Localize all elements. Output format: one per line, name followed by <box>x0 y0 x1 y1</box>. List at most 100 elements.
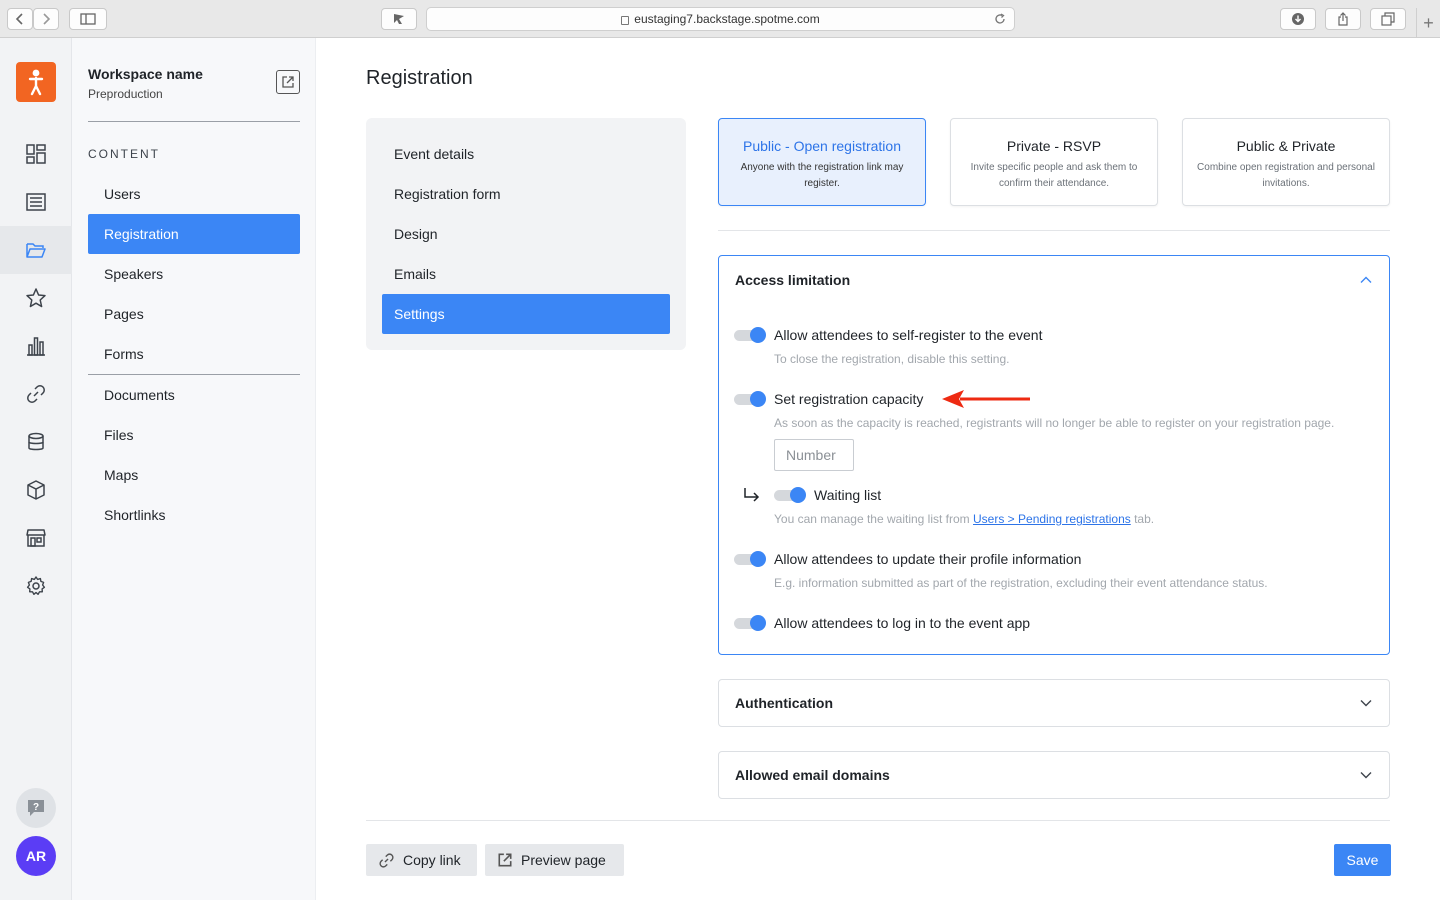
lock-icon <box>621 15 630 25</box>
sidebar-item-maps[interactable]: Maps <box>88 455 300 495</box>
tab-settings[interactable]: Settings <box>382 294 670 334</box>
registration-subnav: Event details Registration form Design E… <box>366 118 686 350</box>
svg-text:?: ? <box>33 802 39 813</box>
extension-icon <box>394 14 404 24</box>
share-button[interactable] <box>1325 8 1361 30</box>
app-rail: ? AR <box>0 38 72 900</box>
rail-marketplace[interactable] <box>0 514 72 562</box>
panel-title: Allowed email domains <box>735 767 890 783</box>
self-register-toggle[interactable] <box>734 327 766 343</box>
gear-icon <box>26 576 46 595</box>
back-button[interactable] <box>7 8 33 30</box>
capacity-toggle[interactable] <box>734 391 766 407</box>
section-divider <box>718 230 1390 231</box>
save-button[interactable]: Save <box>1334 844 1391 876</box>
tab-event-details[interactable]: Event details <box>382 134 670 174</box>
plus-icon: + <box>1423 12 1434 33</box>
url-text: eustaging7.backstage.spotme.com <box>634 12 820 26</box>
folder-open-icon <box>26 243 46 258</box>
tab-registration-form[interactable]: Registration form <box>382 174 670 214</box>
sidebar-item-documents[interactable]: Documents <box>88 375 300 415</box>
box-icon <box>27 480 45 500</box>
list-icon <box>26 193 46 211</box>
mode-public-private[interactable]: Public & Private Combine open registrati… <box>1182 118 1390 206</box>
link-icon <box>379 852 394 868</box>
dashboard-icon <box>26 144 46 164</box>
allowed-email-domains-panel[interactable]: Allowed email domains <box>718 751 1390 799</box>
annotation-arrow-icon <box>942 390 1030 408</box>
copy-link-button[interactable]: Copy link <box>366 844 477 876</box>
extension-button[interactable] <box>381 8 417 30</box>
link-icon <box>27 385 45 403</box>
sub-option-arrow-icon <box>744 488 760 502</box>
tabs-icon <box>1381 12 1395 26</box>
rail-integrations[interactable] <box>0 370 72 418</box>
rail-agenda[interactable] <box>0 178 72 226</box>
forward-button[interactable] <box>33 8 59 30</box>
address-bar[interactable]: eustaging7.backstage.spotme.com <box>426 7 1015 31</box>
rail-data[interactable] <box>0 418 72 466</box>
rail-packages[interactable] <box>0 466 72 514</box>
mode-description: Invite specific people and ask them to c… <box>970 162 1138 189</box>
mode-description: Combine open registration and personal i… <box>1197 162 1375 189</box>
app-login-toggle[interactable] <box>734 615 766 631</box>
panel-title[interactable]: Access limitation <box>735 272 850 288</box>
help-chat-icon: ? <box>28 800 44 816</box>
open-workspace-button[interactable] <box>276 70 300 94</box>
help-button[interactable]: ? <box>16 788 56 828</box>
browser-toolbar: eustaging7.backstage.spotme.com + <box>0 0 1440 38</box>
sidebar-item-speakers[interactable]: Speakers <box>88 254 300 294</box>
tab-design[interactable]: Design <box>382 214 670 254</box>
chevron-up-icon[interactable] <box>1359 273 1373 287</box>
sidebar-item-registration[interactable]: Registration <box>88 214 300 254</box>
preview-page-button[interactable]: Preview page <box>485 844 624 876</box>
sidebar-toggle-button[interactable] <box>69 8 107 30</box>
sidebar-item-files[interactable]: Files <box>88 415 300 455</box>
update-profile-label: Allow attendees to update their profile … <box>774 551 1082 567</box>
rail-favorites[interactable] <box>0 274 72 322</box>
capacity-label: Set registration capacity <box>774 391 924 407</box>
store-icon <box>26 529 46 547</box>
page-title: Registration <box>366 67 473 89</box>
chevron-left-icon <box>15 13 23 25</box>
rail-dashboard[interactable] <box>0 130 72 178</box>
capacity-number-input[interactable] <box>774 439 854 471</box>
update-profile-toggle[interactable] <box>734 551 766 567</box>
self-register-label: Allow attendees to self-register to the … <box>774 327 1043 343</box>
mode-description: Anyone with the registration link may re… <box>740 162 904 189</box>
app-login-label: Allow attendees to log in to the event a… <box>774 615 1031 631</box>
mode-title: Public & Private <box>1236 138 1336 154</box>
authentication-panel[interactable]: Authentication <box>718 679 1390 727</box>
pending-registrations-link[interactable]: Users > Pending registrations <box>973 512 1131 526</box>
panel-title: Authentication <box>735 695 833 711</box>
chevron-down-icon <box>1360 700 1372 707</box>
sidebar-item-shortlinks[interactable]: Shortlinks <box>88 495 300 535</box>
star-icon <box>26 288 46 308</box>
tabs-button[interactable] <box>1370 8 1406 30</box>
mode-title: Public - Open registration <box>743 138 901 154</box>
bar-chart-icon <box>27 337 45 356</box>
rail-settings[interactable] <box>0 562 72 610</box>
external-link-icon <box>282 76 294 88</box>
rail-content[interactable] <box>0 226 72 274</box>
waiting-list-help: You can manage the waiting list from Use… <box>774 512 1155 526</box>
sidebar-item-pages[interactable]: Pages <box>88 294 300 334</box>
person-logo-icon <box>28 69 44 96</box>
tab-emails[interactable]: Emails <box>382 254 670 294</box>
mode-private-rsvp[interactable]: Private - RSVP Invite specific people an… <box>950 118 1158 206</box>
workspace-environment: Preproduction <box>88 87 163 101</box>
sidebar-item-forms[interactable]: Forms <box>88 334 300 374</box>
spotme-logo[interactable] <box>16 62 56 102</box>
footer-divider <box>366 820 1390 821</box>
waiting-list-toggle[interactable] <box>774 487 806 503</box>
reload-icon[interactable] <box>994 13 1006 25</box>
sidebar-item-users[interactable]: Users <box>88 174 300 214</box>
user-avatar[interactable]: AR <box>16 836 56 876</box>
rail-analytics[interactable] <box>0 322 72 370</box>
mode-public-open[interactable]: Public - Open registration Anyone with t… <box>718 118 926 206</box>
chevron-right-icon <box>43 13 51 25</box>
downloads-button[interactable] <box>1280 8 1316 30</box>
new-tab-button[interactable]: + <box>1416 8 1440 38</box>
external-link-icon <box>498 853 512 867</box>
mode-title: Private - RSVP <box>1006 138 1102 154</box>
